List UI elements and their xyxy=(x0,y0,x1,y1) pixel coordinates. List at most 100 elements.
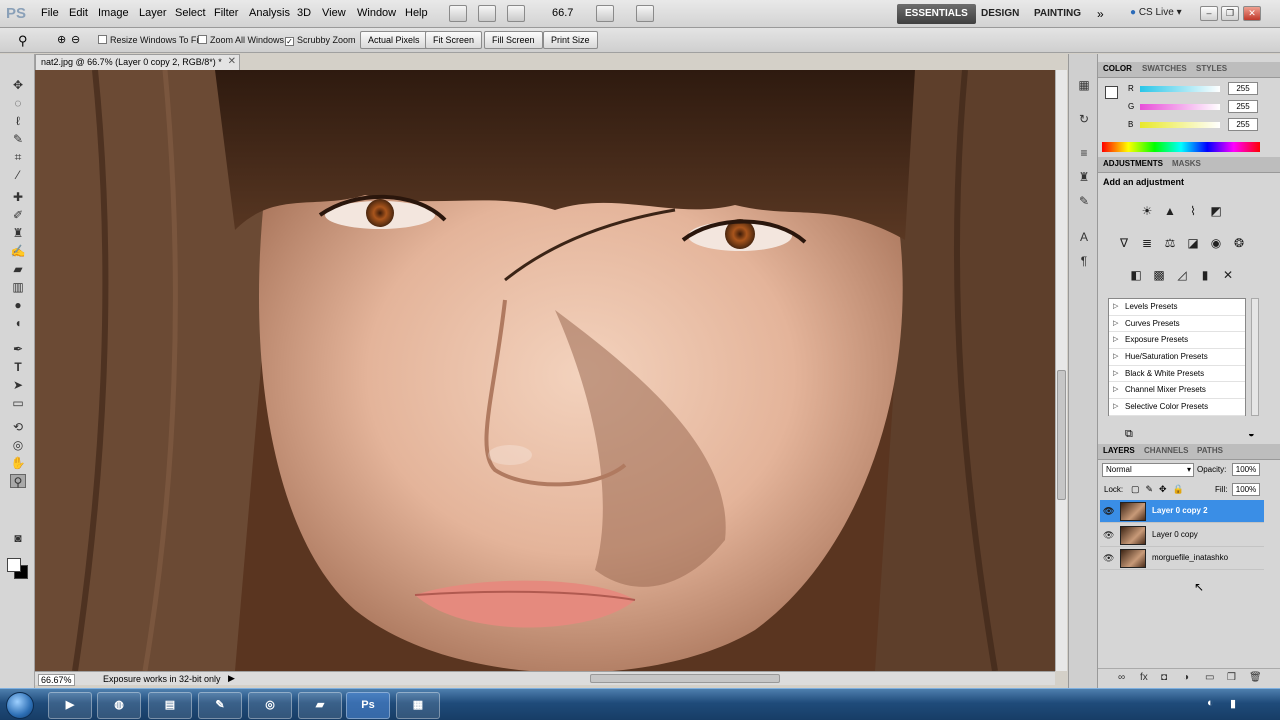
history-icon[interactable]: ↻ xyxy=(1076,112,1092,127)
tab-color[interactable]: COLOR xyxy=(1103,64,1132,73)
presets-scrollbar[interactable] xyxy=(1251,298,1259,416)
clone-source-icon[interactable]: ♜ xyxy=(1076,170,1092,185)
clone-stamp-icon[interactable]: ♜ xyxy=(10,226,26,240)
marquee-tool-icon[interactable]: ◌ xyxy=(10,96,26,110)
preset-levels[interactable]: Levels Presets xyxy=(1109,299,1245,316)
gradient-map-icon[interactable]: ▮ xyxy=(1197,268,1213,283)
tab-channels[interactable]: CHANNELS xyxy=(1144,446,1188,455)
quick-mask-icon[interactable]: ◙ xyxy=(10,531,26,545)
minimize-button[interactable]: – xyxy=(1200,6,1218,21)
path-select-icon[interactable]: ➤ xyxy=(10,378,26,392)
opacity-value[interactable]: 100% xyxy=(1232,463,1260,476)
vertical-scroll-thumb[interactable] xyxy=(1057,370,1066,500)
tool-presets-icon[interactable]: ✎ xyxy=(1076,194,1092,209)
mini-bridge-icon[interactable] xyxy=(478,5,496,22)
paint-icon[interactable]: ✎ xyxy=(198,692,242,719)
color-ramp[interactable] xyxy=(1102,142,1260,152)
zoom-tool-icon[interactable]: ⚲ xyxy=(18,33,28,49)
brightness-contrast-icon[interactable]: ☀ xyxy=(1139,204,1155,219)
red-value[interactable]: 255 xyxy=(1228,82,1258,95)
status-zoom[interactable]: 66.67% xyxy=(38,674,75,686)
character-icon[interactable]: A xyxy=(1076,230,1092,245)
lasso-tool-icon[interactable]: ℓ xyxy=(10,114,26,128)
invert-icon[interactable]: ◧ xyxy=(1128,268,1144,283)
paragraph-icon[interactable]: ¶ xyxy=(1076,254,1092,269)
zoom-out-icon[interactable]: ⊖ xyxy=(71,33,80,46)
clip-to-layer-icon[interactable]: ⧉ xyxy=(1125,428,1133,441)
preset-hue-saturation[interactable]: Hue/Saturation Presets xyxy=(1109,349,1245,366)
menu-layer[interactable]: Layer xyxy=(139,7,167,19)
menu-file[interactable]: File xyxy=(41,7,59,19)
foreground-color-swatch[interactable] xyxy=(7,558,21,572)
close-document-icon[interactable]: ✕ xyxy=(228,55,236,69)
move-tool-icon[interactable]: ✥ xyxy=(10,78,26,92)
print-size-button[interactable]: Print Size xyxy=(543,31,598,49)
status-menu-arrow-icon[interactable]: ▶ xyxy=(228,673,235,684)
delete-layer-icon[interactable]: 🗑 xyxy=(1249,672,1262,683)
menu-window[interactable]: Window xyxy=(357,7,396,19)
workspace-painting[interactable]: PAINTING xyxy=(1026,4,1089,24)
selective-color-icon[interactable]: ✕ xyxy=(1220,268,1236,283)
posterize-icon[interactable]: ▩ xyxy=(1151,268,1167,283)
green-slider[interactable] xyxy=(1140,104,1220,110)
type-tool-icon[interactable]: T xyxy=(10,360,26,374)
photoshop-task[interactable]: Ps xyxy=(346,692,390,719)
firefox-icon[interactable]: ◍ xyxy=(97,692,141,719)
visibility-eye-icon[interactable]: 👁 xyxy=(1103,530,1114,541)
blend-mode-select[interactable]: Normal ▾ xyxy=(1102,463,1194,477)
brush-tool-icon[interactable]: ✐ xyxy=(10,208,26,222)
view-extras-icon[interactable] xyxy=(507,5,525,22)
blue-value[interactable]: 255 xyxy=(1228,118,1258,131)
start-button[interactable] xyxy=(6,692,34,719)
media-player-icon[interactable]: ▶ xyxy=(48,692,92,719)
preset-curves[interactable]: Curves Presets xyxy=(1109,316,1245,333)
shape-tool-icon[interactable]: ▭ xyxy=(10,396,26,410)
actual-pixels-button[interactable]: Actual Pixels xyxy=(360,31,428,49)
canvas[interactable] xyxy=(35,70,1055,671)
menu-filter[interactable]: Filter xyxy=(214,7,238,19)
dodge-tool-icon[interactable]: ◖ xyxy=(10,316,26,330)
hue-saturation-icon[interactable]: ≣ xyxy=(1139,236,1155,251)
preset-exposure[interactable]: Exposure Presets xyxy=(1109,332,1245,350)
menu-image[interactable]: Image xyxy=(98,7,129,19)
arrange-documents-icon[interactable] xyxy=(596,5,614,22)
hand-tool-icon[interactable]: ✋ xyxy=(10,456,26,470)
tab-masks[interactable]: MASKS xyxy=(1172,159,1201,168)
pen-tool-icon[interactable]: ✒ xyxy=(10,342,26,356)
menu-view[interactable]: View xyxy=(322,7,346,19)
adjustment-options-icon[interactable]: ◒ xyxy=(1248,428,1255,440)
layer-row[interactable]: 👁 Layer 0 copy 2 xyxy=(1100,500,1264,523)
preset-channel-mixer[interactable]: Channel Mixer Presets xyxy=(1109,382,1245,400)
blur-tool-icon[interactable]: ● xyxy=(10,298,26,312)
histogram-icon[interactable]: ▦ xyxy=(1076,78,1092,93)
close-button[interactable]: ✕ xyxy=(1243,6,1261,21)
preset-black-white[interactable]: Black & White Presets xyxy=(1109,366,1245,383)
layer-row[interactable]: 👁 morguefile_inatashko xyxy=(1100,547,1264,570)
fill-value[interactable]: 100% xyxy=(1232,483,1260,496)
red-slider[interactable] xyxy=(1140,86,1220,92)
lock-icons[interactable]: ▢✎✥🔒 xyxy=(1131,484,1190,495)
exposure-icon[interactable]: ◩ xyxy=(1208,204,1224,219)
preset-selective-color[interactable]: Selective Color Presets xyxy=(1109,399,1245,416)
tray-network-icon[interactable]: ▮ xyxy=(1230,697,1236,710)
more-workspaces-icon[interactable]: » xyxy=(1097,7,1104,21)
threshold-icon[interactable]: ◿ xyxy=(1174,268,1190,283)
notes-icon[interactable]: ▦ xyxy=(396,692,440,719)
document-tab[interactable]: nat2.jpg @ 66.7% (Layer 0 copy 2, RGB/8*… xyxy=(35,54,240,70)
zoom-all-windows-checkbox[interactable]: Zoom All Windows xyxy=(198,35,284,45)
layer-row[interactable]: 👁 Layer 0 copy xyxy=(1100,524,1264,547)
healing-brush-icon[interactable]: ✚ xyxy=(10,190,26,204)
layer-style-icon[interactable]: fx xyxy=(1140,672,1148,683)
menu-help[interactable]: Help xyxy=(405,7,428,19)
tab-paths[interactable]: PATHS xyxy=(1197,446,1223,455)
fill-screen-button[interactable]: Fill Screen xyxy=(484,31,543,49)
link-layers-icon[interactable]: ∞ xyxy=(1118,672,1125,683)
history-brush-icon[interactable]: ✍ xyxy=(10,244,26,258)
visibility-eye-icon[interactable]: 👁 xyxy=(1103,506,1114,517)
eyedropper-tool-icon[interactable]: ⁄ xyxy=(10,168,26,182)
vertical-scrollbar[interactable] xyxy=(1055,70,1067,671)
black-white-icon[interactable]: ◪ xyxy=(1185,236,1201,251)
add-mask-icon[interactable]: ◘ xyxy=(1161,672,1167,683)
photo-filter-icon[interactable]: ◉ xyxy=(1208,236,1224,251)
new-group-icon[interactable]: ▭ xyxy=(1205,672,1214,683)
